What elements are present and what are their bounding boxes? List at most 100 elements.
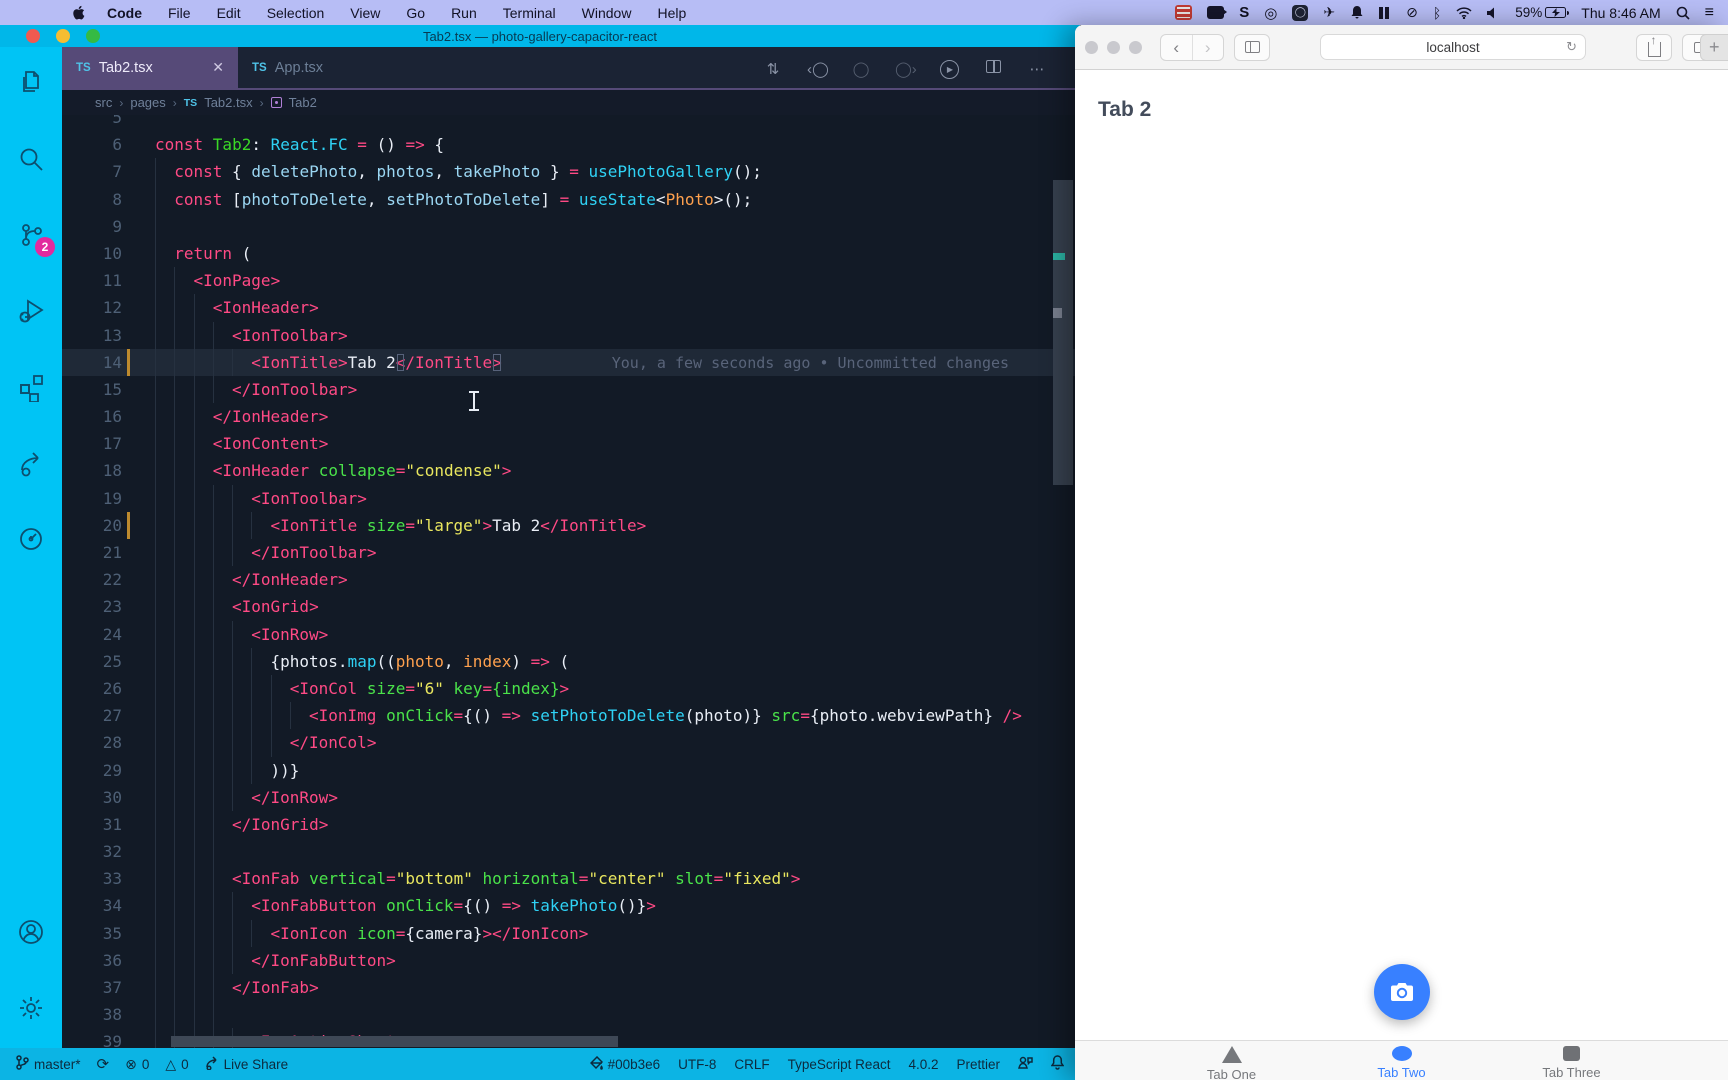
code-editor[interactable]: 5 6 const Tab2: React.FC = () => {7 const {…: [62, 115, 1080, 1048]
activity-explorer-icon[interactable]: [15, 67, 47, 99]
spotlight-search-icon[interactable]: [1676, 4, 1690, 22]
more-actions-icon[interactable]: ⋯: [1027, 60, 1047, 78]
status-sync[interactable]: ⟳: [97, 1055, 110, 1073]
record-icon[interactable]: ◎: [1264, 4, 1277, 22]
letter-s-icon[interactable]: S: [1239, 4, 1249, 22]
battery-indicator[interactable]: 59%: [1515, 4, 1570, 22]
rocket-icon[interactable]: ✈: [1323, 4, 1335, 22]
breadcrumb-item-src[interactable]: src: [95, 95, 112, 110]
close-window-button[interactable]: [1085, 40, 1098, 54]
line-number: 31: [102, 814, 122, 834]
menu-item-view[interactable]: View: [350, 5, 380, 21]
zoom-window-button[interactable]: [86, 29, 100, 43]
menu-item-edit[interactable]: Edit: [217, 5, 241, 21]
split-editor-icon[interactable]: [983, 60, 1003, 77]
activity-search-icon[interactable]: [15, 143, 47, 175]
activity-run-debug-icon[interactable]: [15, 295, 47, 327]
status-prettier[interactable]: Prettier: [956, 1057, 1000, 1072]
sidebar-button[interactable]: [1234, 33, 1270, 61]
center-change-icon[interactable]: ◯: [851, 60, 871, 78]
breadcrumb-item-tab2[interactable]: Tab2: [289, 95, 317, 110]
wifi-icon[interactable]: [1456, 4, 1472, 22]
editor-tab-tab2.tsx[interactable]: TS Tab2.tsx ✕: [62, 47, 238, 88]
close-window-button[interactable]: [26, 29, 40, 43]
activity-run-circle-icon[interactable]: [15, 523, 47, 555]
share-button[interactable]: [1636, 33, 1672, 61]
status-git-branch[interactable]: master*: [16, 1055, 81, 1073]
breadcrumb-item-pages[interactable]: pages: [130, 95, 165, 110]
status-utf-8[interactable]: UTF-8: [678, 1057, 716, 1072]
code-token: </IonGrid>: [232, 814, 329, 834]
circle-slash-icon[interactable]: ⊘: [1406, 4, 1418, 22]
menu-item-run[interactable]: Run: [451, 5, 477, 21]
indent-guide: [232, 783, 251, 811]
back-button[interactable]: ‹: [1161, 35, 1192, 60]
minimize-window-button[interactable]: [1107, 40, 1120, 54]
vertical-scrollbar[interactable]: [1053, 180, 1073, 485]
camera-fab-button[interactable]: [1374, 964, 1430, 1020]
activity-settings-gear-icon[interactable]: [15, 992, 47, 1024]
list-icon[interactable]: ≡: [1705, 4, 1714, 22]
status-feedback[interactable]: [1018, 1056, 1033, 1073]
code-token: ();: [733, 162, 762, 182]
address-bar[interactable]: localhost ↻: [1320, 34, 1586, 60]
status-4-0-2[interactable]: 4.0.2: [908, 1057, 938, 1072]
previous-change-icon[interactable]: ‹◯: [807, 60, 829, 78]
breadcrumb[interactable]: src › pages › TS Tab2.tsx › Tab2: [62, 90, 1080, 115]
screen-record-icon[interactable]: ◯: [1292, 4, 1309, 22]
film-icon[interactable]: [1175, 4, 1193, 22]
bluetooth-icon[interactable]: ᛒ: [1433, 4, 1441, 22]
open-changes-icon[interactable]: ⇅: [763, 60, 783, 78]
menu-item-help[interactable]: Help: [657, 5, 686, 21]
menu-item-selection[interactable]: Selection: [267, 5, 325, 21]
menu-item-window[interactable]: Window: [582, 5, 632, 21]
status-crlf[interactable]: CRLF: [734, 1057, 769, 1072]
minimize-window-button[interactable]: [56, 29, 70, 43]
activity-source-control-icon[interactable]: 2: [15, 219, 55, 257]
new-tab-button[interactable]: +: [1700, 34, 1728, 61]
activity-extensions-icon[interactable]: [15, 371, 47, 403]
status-live-share[interactable]: Live Share: [205, 1055, 288, 1073]
volume-icon[interactable]: [1487, 4, 1500, 22]
status-warning[interactable]: △ 0: [165, 1056, 188, 1073]
horizontal-scrollbar[interactable]: [171, 1036, 618, 1047]
code-token: </IonToolbar>: [251, 543, 377, 562]
status-error[interactable]: ⊗ 0: [125, 1056, 149, 1073]
indent-guide: [155, 620, 174, 648]
tab-button-tab-two[interactable]: Tab Two: [1358, 1046, 1446, 1080]
tab-button-tab-one[interactable]: Tab One: [1188, 1046, 1276, 1080]
forward-button[interactable]: ›: [1191, 34, 1224, 60]
status-notifications-bell[interactable]: [1050, 1055, 1065, 1073]
menu-item-go[interactable]: Go: [406, 5, 425, 21]
zoom-window-button[interactable]: [1129, 40, 1142, 54]
menu-item-file[interactable]: File: [168, 5, 191, 21]
code-token: <: [655, 189, 666, 209]
indent-guide: [232, 702, 251, 730]
code-token: "center": [588, 869, 666, 889]
next-change-icon[interactable]: ◯›: [895, 60, 917, 78]
tab-button-tab-three[interactable]: Tab Three: [1528, 1046, 1616, 1080]
activity-account-icon[interactable]: [15, 916, 47, 948]
bars-icon[interactable]: [1379, 4, 1391, 22]
breadcrumb-item-tab2.tsx[interactable]: Tab2.tsx: [204, 95, 252, 110]
run-icon[interactable]: ▶: [939, 59, 959, 79]
close-tab-icon[interactable]: ✕: [212, 59, 224, 76]
bell-icon[interactable]: [1350, 4, 1364, 22]
menu-clock[interactable]: Thu 8:46 AM: [1581, 4, 1660, 22]
indent-guide: [174, 430, 193, 458]
code-line: 22 </IonHeader>: [62, 566, 1080, 594]
editor-tab-app.tsx[interactable]: TS App.tsx: [238, 47, 396, 88]
camera-icon[interactable]: [1207, 4, 1228, 22]
vscode-title-bar[interactable]: Tab2.tsx — photo-gallery-capacitor-react: [0, 25, 1080, 47]
status-paint-bucket[interactable]: #00b3e6: [589, 1055, 660, 1073]
indent-guide: [193, 702, 213, 730]
menu-item-code[interactable]: Code: [107, 5, 142, 21]
line-number: 33: [102, 869, 122, 889]
code-token: vertical: [309, 869, 387, 889]
reload-icon[interactable]: ↻: [1566, 39, 1577, 55]
apple-menu-icon[interactable]: [72, 5, 87, 20]
menu-item-terminal[interactable]: Terminal: [503, 5, 556, 21]
activity-live-share-icon[interactable]: [15, 447, 47, 479]
status-typescript-react[interactable]: TypeScript React: [788, 1057, 891, 1072]
